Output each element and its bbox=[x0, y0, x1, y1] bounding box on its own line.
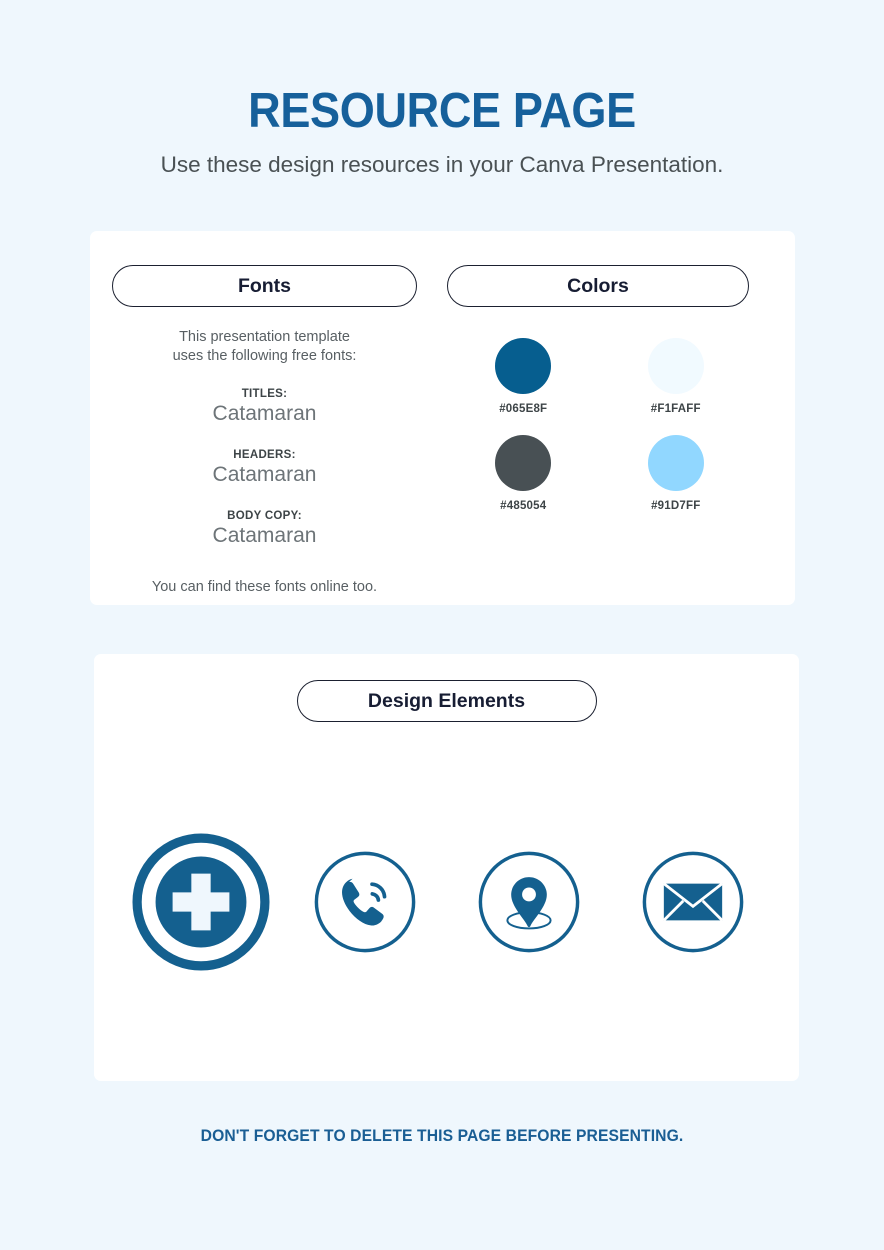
medical-cross-icon bbox=[131, 833, 270, 971]
font-group-body-copy-value: Catamaran bbox=[212, 524, 317, 547]
color-swatch-item[interactable]: #91D7FF bbox=[600, 435, 753, 512]
page-header: RESOURCE PAGE Use these design resources… bbox=[0, 0, 884, 179]
fonts-heading-pill[interactable]: Fonts bbox=[112, 265, 417, 307]
color-swatch-label: #485054 bbox=[500, 500, 547, 512]
icon-slot[interactable] bbox=[125, 831, 277, 973]
color-swatch-dot bbox=[495, 435, 552, 491]
colors-heading-pill[interactable]: Colors bbox=[447, 265, 749, 307]
color-swatch-label: #065E8F bbox=[499, 403, 548, 415]
design-elements-heading-pill[interactable]: Design Elements bbox=[296, 680, 597, 722]
font-group-headers-value: Catamaran bbox=[212, 463, 317, 486]
fonts-section: Fonts This presentation template uses th… bbox=[112, 265, 417, 595]
fonts-intro-text: This presentation template uses the foll… bbox=[112, 328, 417, 365]
phone-call-icon bbox=[314, 851, 415, 953]
color-swatch-label: #F1FAFF bbox=[650, 403, 701, 415]
colors-section: Colors #065E8F #F1FAFF #485054 #91D7FF bbox=[447, 265, 752, 512]
color-swatch-item[interactable]: #F1FAFF bbox=[600, 338, 753, 415]
color-swatch-grid: #065E8F #F1FAFF #485054 #91D7FF bbox=[447, 338, 752, 512]
fonts-intro-line-1: This presentation template bbox=[179, 329, 350, 345]
font-group-body-copy: BODY COPY: Catamaran bbox=[112, 510, 417, 548]
icon-slot[interactable] bbox=[289, 831, 441, 973]
icon-slot[interactable] bbox=[617, 831, 769, 973]
color-swatch-item[interactable]: #065E8F bbox=[447, 338, 600, 415]
color-swatch-item[interactable]: #485054 bbox=[447, 435, 600, 512]
envelope-mail-icon bbox=[642, 851, 743, 953]
fonts-outro-text: You can find these fonts online too. bbox=[151, 579, 378, 595]
fonts-heading-label: Fonts bbox=[237, 274, 292, 297]
fonts-and-colors-card: Fonts This presentation template uses th… bbox=[90, 231, 795, 605]
design-elements-icon-row bbox=[94, 831, 799, 973]
fonts-intro-line-2: uses the following free fonts: bbox=[172, 347, 357, 364]
design-elements-heading-wrap: Design Elements bbox=[94, 680, 799, 722]
page-subtitle: Use these design resources in your Canva… bbox=[160, 152, 724, 177]
design-elements-heading-label: Design Elements bbox=[367, 689, 526, 712]
footer-reminder-note: DON'T FORGET TO DELETE THIS PAGE BEFORE … bbox=[200, 1127, 684, 1145]
color-swatch-dot bbox=[647, 338, 704, 394]
font-group-titles-label: TITLES: bbox=[241, 388, 288, 400]
color-swatch-label: #91D7FF bbox=[651, 500, 701, 512]
color-swatch-dot bbox=[647, 435, 704, 491]
location-pin-icon bbox=[478, 851, 579, 953]
font-group-titles: TITLES: Catamaran bbox=[112, 388, 417, 426]
colors-heading-label: Colors bbox=[567, 274, 629, 297]
color-swatch-dot bbox=[495, 338, 552, 394]
icon-slot[interactable] bbox=[453, 831, 605, 973]
font-group-headers: HEADERS: Catamaran bbox=[112, 449, 417, 487]
font-group-titles-value: Catamaran bbox=[212, 402, 317, 425]
page-title: RESOURCE PAGE bbox=[248, 84, 636, 138]
design-elements-card: Design Elements bbox=[94, 654, 799, 1081]
font-group-headers-label: HEADERS: bbox=[233, 449, 296, 461]
font-group-body-copy-label: BODY COPY: bbox=[227, 510, 302, 522]
